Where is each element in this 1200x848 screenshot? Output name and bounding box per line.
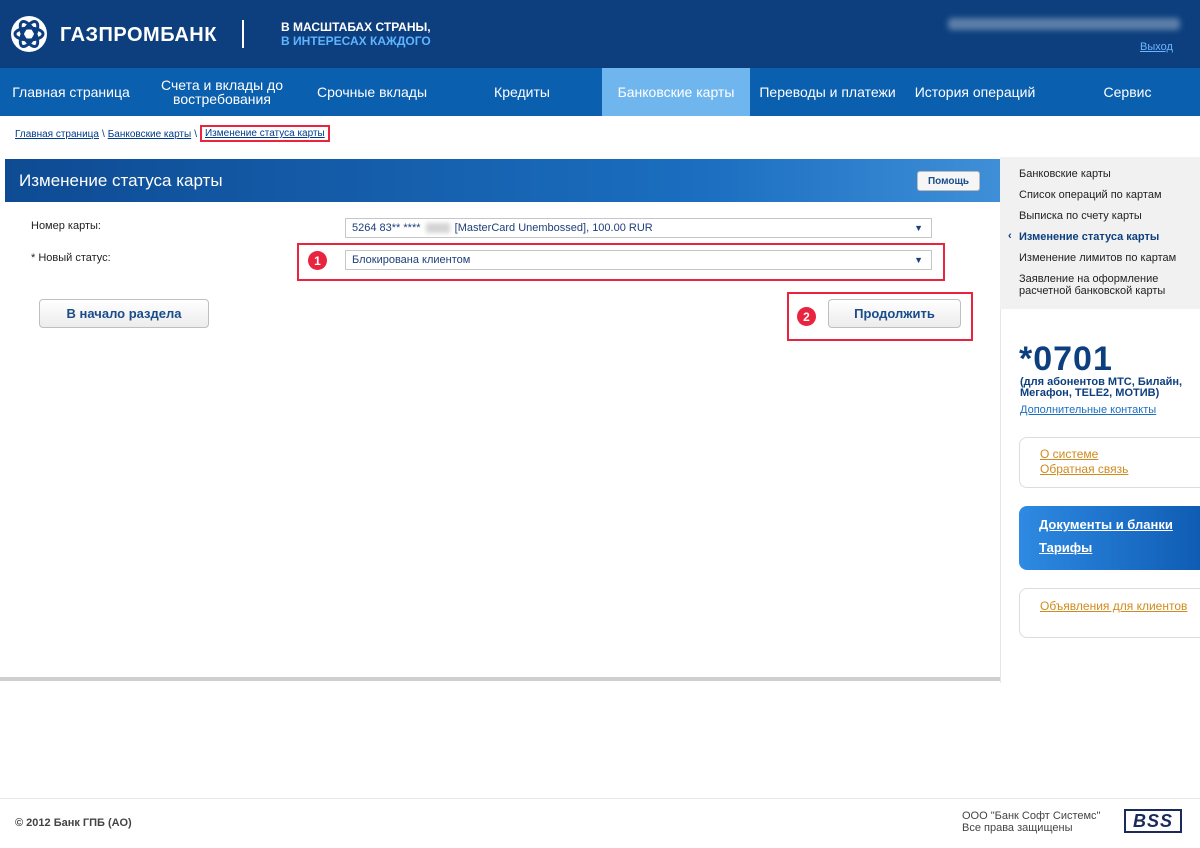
chevron-down-icon: ▼	[914, 223, 923, 233]
new-status-label: * Новый статус:	[31, 252, 111, 264]
continue-button[interactable]: Продолжить	[828, 299, 961, 328]
brand-name: ГАЗПРОМБАНК	[60, 24, 217, 46]
sidebar-item-change-status[interactable]: Изменение статуса карты	[1008, 230, 1159, 243]
copyright-text: © 2012 Банк ГПБ (АО)	[15, 817, 132, 829]
bss-logo: BSS	[1124, 809, 1182, 833]
breadcrumb-home[interactable]: Главная страница	[15, 129, 99, 140]
announcements-box: Объявления для клиентов	[1019, 588, 1200, 638]
nav-item-home[interactable]: Главная страница	[0, 68, 142, 116]
back-to-section-button[interactable]: В начало раздела	[39, 299, 209, 328]
card-number-prefix: 5264 83** ****	[352, 222, 421, 234]
vendor-text: ООО "Банк Софт Системс" Все права защище…	[962, 810, 1100, 834]
breadcrumb-separator: \	[101, 129, 105, 140]
user-info-blurred	[948, 18, 1180, 30]
breadcrumb-current[interactable]: Изменение статуса карты	[205, 128, 325, 139]
about-system-link[interactable]: О системе	[1040, 448, 1098, 460]
header-divider	[242, 20, 244, 48]
card-number-label: Номер карты:	[31, 220, 101, 232]
step-marker-2: 2	[797, 307, 816, 326]
content-bottom-border	[0, 677, 1000, 681]
breadcrumb-separator: \	[194, 129, 197, 140]
sidebar-menu: Банковские карты Список операций по карт…	[1000, 157, 1200, 309]
card-number-mask	[425, 223, 450, 234]
slogan-line-1: В МАСШТАБАХ СТРАНЫ,	[281, 20, 431, 34]
nav-item-service[interactable]: Сервис	[1055, 68, 1200, 116]
breadcrumb: Главная страница \ Банковские карты \ Измене…	[15, 125, 330, 142]
panel-header: Изменение статуса карты Помощь	[5, 159, 1000, 202]
sidebar-item-card-operations[interactable]: Список операций по картам	[1019, 189, 1162, 201]
top-header: ГАЗПРОМБАНК В МАСШТАБАХ СТРАНЫ, В ИНТЕРЕ…	[0, 0, 1200, 68]
sidebar-item-change-limits[interactable]: Изменение лимитов по картам	[1019, 252, 1176, 264]
page-title: Изменение статуса карты	[19, 171, 223, 190]
card-number-select[interactable]: 5264 83** **** [MasterCard Unembossed], …	[345, 218, 932, 238]
sidebar-item-card-statement[interactable]: Выписка по счету карты	[1019, 210, 1142, 222]
feedback-link[interactable]: Обратная связь	[1040, 463, 1128, 475]
nav-item-deposits[interactable]: Срочные вклады	[302, 68, 442, 116]
slogan-line-2: В ИНТЕРЕСАХ КАЖДОГО	[281, 34, 431, 48]
nav-item-bank-cards[interactable]: Банковские карты	[602, 68, 750, 116]
support-phone: *0701	[1019, 340, 1113, 378]
sidebar-item-card-application[interactable]: Заявление на оформление расчетной банков…	[1019, 273, 1189, 297]
additional-contacts-link[interactable]: Дополнительные контакты	[1020, 404, 1156, 416]
nav-item-accounts[interactable]: Счета и вклады до востребования	[142, 68, 302, 116]
help-button[interactable]: Помощь	[917, 171, 980, 191]
support-phone-note: (для абонентов МТС, Билайн, Мегафон, TEL…	[1020, 376, 1183, 399]
nav-item-transfers[interactable]: Переводы и платежи	[750, 68, 905, 116]
documents-link[interactable]: Документы и бланки	[1039, 517, 1173, 532]
sidebar-item-bank-cards[interactable]: Банковские карты	[1019, 168, 1111, 180]
documents-box: Документы и бланки Тарифы	[1019, 506, 1200, 570]
nav-item-credits[interactable]: Кредиты	[442, 68, 602, 116]
main-nav: Главная страница Счета и вклады до востр…	[0, 68, 1200, 116]
info-links-box: О системе Обратная связь	[1019, 437, 1200, 488]
gazprombank-logo-icon[interactable]	[11, 16, 47, 52]
chevron-down-icon: ▼	[914, 255, 923, 265]
announcements-link[interactable]: Объявления для клиентов	[1040, 600, 1190, 612]
new-status-select[interactable]: Блокирована клиентом ▼	[345, 250, 932, 270]
tariffs-link[interactable]: Тарифы	[1039, 540, 1092, 555]
nav-item-history[interactable]: История операций	[905, 68, 1045, 116]
new-status-value: Блокирована клиентом	[352, 254, 471, 266]
footer-divider	[0, 798, 1200, 799]
breadcrumb-bank-cards[interactable]: Банковские карты	[108, 129, 191, 140]
vendor-name: ООО "Банк Софт Системс"	[962, 810, 1101, 822]
vendor-rights: Все права защищены	[962, 822, 1073, 834]
logout-link[interactable]: Выход	[1140, 41, 1173, 53]
breadcrumb-current-highlight: Изменение статуса карты	[199, 125, 330, 142]
card-number-suffix: [MasterCard Unembossed], 100.00 RUR	[454, 222, 653, 234]
step-marker-1: 1	[308, 251, 327, 270]
